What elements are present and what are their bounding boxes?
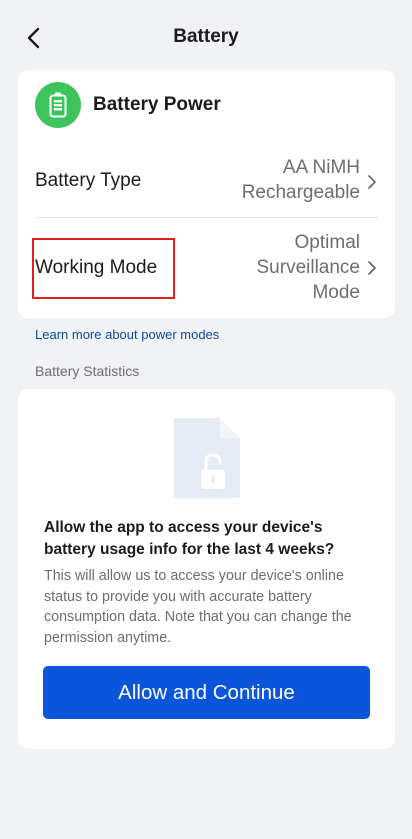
working-mode-label: Working Mode (35, 257, 158, 278)
working-mode-value-line-2: Surveillance (256, 257, 361, 278)
chevron-right-icon (368, 261, 376, 275)
working-mode-value: Optimal Surveillance Mode (180, 230, 361, 305)
battery-type-row[interactable]: Battery Type AA NiMH Rechargeable (35, 148, 378, 217)
battery-statistics-card: Allow the app to access your device's ba… (18, 389, 395, 749)
battery-power-title: Battery Power (93, 94, 221, 115)
page-title: Battery (173, 26, 239, 47)
working-mode-value-line-1: Optimal (294, 232, 360, 253)
battery-type-value-line-1: AA NiMH (282, 157, 360, 178)
statistics-permission-description: This will allow us to access your device… (44, 568, 352, 646)
battery-power-row: Battery Power (18, 70, 395, 142)
working-mode-value-line-3: Mode (312, 282, 360, 303)
chevron-right-icon (368, 175, 376, 189)
locked-document-icon (174, 418, 240, 498)
working-mode-row[interactable]: Working Mode Optimal Surveillance Mode (35, 218, 378, 313)
battery-type-label: Battery Type (35, 170, 142, 191)
battery-icon (35, 82, 81, 128)
battery-statistics-label: Battery Statistics (35, 363, 140, 379)
header: Battery (0, 0, 412, 76)
battery-type-value-line-2: Rechargeable (241, 182, 360, 203)
statistics-permission-title: Allow the app to access your device's ba… (44, 519, 335, 558)
allow-and-continue-button[interactable]: Allow and Continue (43, 666, 370, 719)
battery-settings-card: Battery Power Battery Type AA NiMH Recha… (18, 70, 395, 318)
battery-type-value: AA NiMH Rechargeable (180, 155, 360, 205)
allow-and-continue-label: Allow and Continue (118, 680, 295, 704)
learn-more-link[interactable]: Learn more about power modes (35, 327, 219, 342)
